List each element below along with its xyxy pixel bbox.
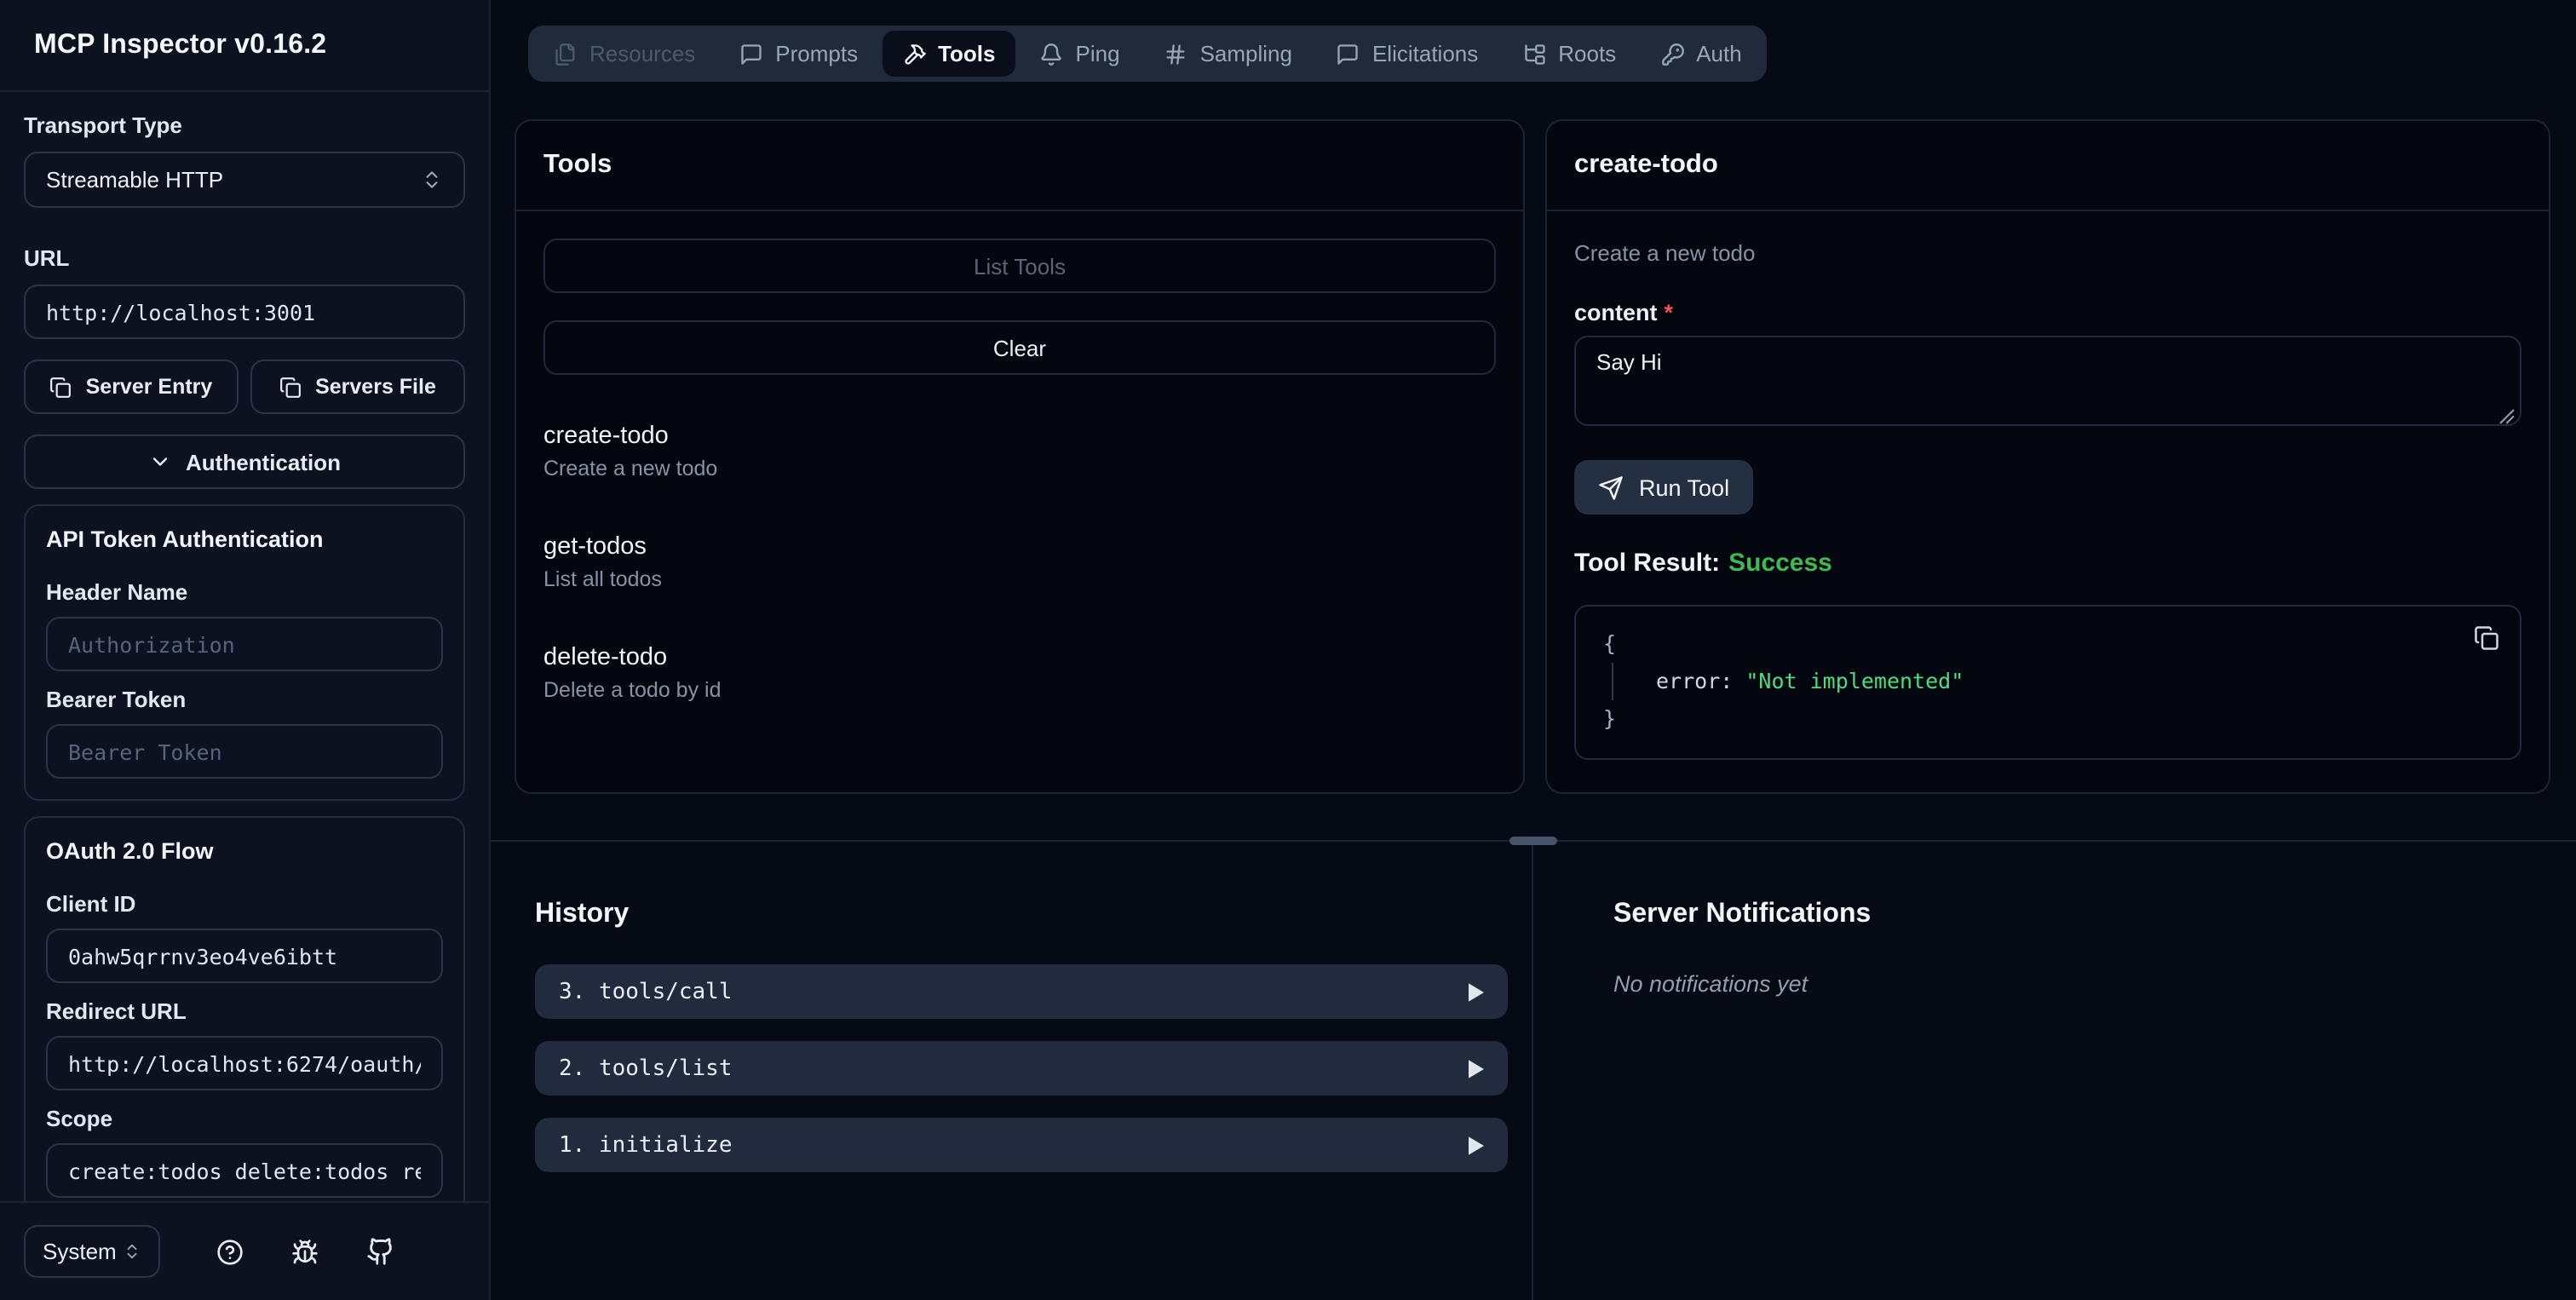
tools-panel-title: Tools bbox=[516, 121, 1523, 211]
chevrons-up-down-icon bbox=[127, 1244, 137, 1259]
tool-list-item[interactable]: create-todo Create a new todo bbox=[543, 419, 1496, 484]
tab-ping[interactable]: Ping bbox=[1020, 31, 1141, 77]
circle-help-icon bbox=[217, 1239, 243, 1264]
transport-type-value: Streamable HTTP bbox=[46, 167, 224, 193]
oauth-card: OAuth 2.0 Flow Client ID Redirect URL Sc… bbox=[24, 816, 465, 1201]
content-field-label: content * bbox=[1574, 300, 1674, 325]
tool-list: create-todo Create a new todo get-todos … bbox=[543, 419, 1496, 705]
copy-result-button[interactable] bbox=[2474, 625, 2499, 656]
history-pane: History 3. tools/call 2. tools/list 1. i… bbox=[491, 842, 1533, 1300]
bug-icon bbox=[292, 1239, 318, 1263]
app-root: MCP Inspector v0.16.2 Transport Type Str… bbox=[0, 0, 2576, 1300]
bearer-token-input[interactable] bbox=[46, 724, 443, 779]
chevron-down-icon bbox=[152, 457, 168, 466]
redirect-url-input[interactable] bbox=[46, 1036, 443, 1090]
json-error-line: error: "Not implemented" bbox=[1612, 663, 2493, 700]
tool-detail-description: Create a new todo bbox=[1574, 240, 1756, 266]
client-id-input[interactable] bbox=[46, 929, 443, 983]
bell-icon bbox=[1041, 43, 1062, 65]
bottom-panels: History 3. tools/call 2. tools/list 1. i… bbox=[491, 842, 2576, 1300]
scope-input[interactable] bbox=[46, 1143, 443, 1198]
send-icon bbox=[1599, 475, 1623, 499]
debug-button[interactable] bbox=[291, 1238, 319, 1265]
list-tools-button[interactable]: List Tools bbox=[543, 239, 1496, 293]
bearer-token-label: Bearer Token bbox=[46, 687, 187, 712]
notifications-pane: Server Notifications No notifications ye… bbox=[1533, 842, 2576, 1300]
sidebar-footer: System bbox=[0, 1201, 489, 1300]
api-token-title: API Token Authentication bbox=[46, 526, 324, 552]
expand-triangle-icon bbox=[1469, 1136, 1484, 1154]
tab-sampling[interactable]: Sampling bbox=[1144, 31, 1313, 77]
sidebar-header: MCP Inspector v0.16.2 bbox=[0, 0, 489, 92]
content-textarea[interactable]: Say Hi bbox=[1574, 336, 2521, 426]
required-mark: * bbox=[1664, 300, 1674, 325]
help-button[interactable] bbox=[216, 1238, 244, 1265]
transport-type-select[interactable]: Streamable HTTP bbox=[24, 152, 465, 208]
expand-triangle-icon bbox=[1469, 1059, 1484, 1078]
sidebar: MCP Inspector v0.16.2 Transport Type Str… bbox=[0, 0, 491, 1300]
hammer-icon bbox=[904, 43, 925, 64]
splitter-drag-handle[interactable] bbox=[1509, 837, 1557, 845]
folder-tree-icon bbox=[1524, 43, 1544, 64]
main-area: Resources Prompts Tools Ping Sampling El… bbox=[491, 0, 2576, 1300]
tool-list-item[interactable]: delete-todo Delete a todo by id bbox=[543, 641, 1496, 705]
tool-detail-panel: create-todo Create a new todo content * S… bbox=[1545, 119, 2550, 794]
files-icon bbox=[555, 43, 575, 65]
result-status-badge: Success bbox=[1728, 549, 1832, 578]
horizontal-splitter bbox=[491, 837, 2576, 845]
github-icon bbox=[367, 1238, 392, 1265]
server-entry-button[interactable]: Server Entry bbox=[24, 360, 239, 414]
notifications-title: Server Notifications bbox=[1613, 900, 1872, 929]
key-icon bbox=[1661, 43, 1684, 65]
tools-panel: Tools List Tools Clear create-todo Creat… bbox=[515, 119, 1525, 794]
copy-icon bbox=[2475, 626, 2498, 650]
tab-prompts[interactable]: Prompts bbox=[719, 31, 878, 77]
run-tool-button[interactable]: Run Tool bbox=[1574, 460, 1754, 515]
redirect-url-label: Redirect URL bbox=[46, 998, 187, 1024]
tool-list-item[interactable]: get-todos List all todos bbox=[543, 530, 1496, 595]
chevrons-up-down-icon bbox=[426, 171, 438, 188]
theme-select[interactable]: System bbox=[24, 1225, 160, 1278]
client-id-label: Client ID bbox=[46, 891, 136, 917]
url-input[interactable] bbox=[24, 285, 465, 339]
scope-label: Scope bbox=[46, 1106, 113, 1131]
theme-value: System bbox=[43, 1239, 117, 1264]
history-title: History bbox=[535, 900, 630, 929]
history-item[interactable]: 3. tools/call bbox=[535, 964, 1508, 1019]
history-item[interactable]: 2. tools/list bbox=[535, 1041, 1508, 1096]
expand-triangle-icon bbox=[1469, 982, 1484, 1001]
copy-icon bbox=[280, 377, 302, 397]
tab-auth[interactable]: Auth bbox=[1640, 31, 1762, 77]
json-open-brace: { bbox=[1603, 630, 1617, 656]
result-json-block: { error: "Not implemented" } bbox=[1574, 605, 2521, 760]
github-button[interactable] bbox=[366, 1237, 395, 1266]
tab-elicitations[interactable]: Elicitations bbox=[1316, 31, 1498, 77]
json-close-brace: } bbox=[1603, 705, 1617, 731]
message-square-icon bbox=[741, 43, 762, 64]
server-buttons-row: Server Entry Servers File bbox=[24, 360, 465, 414]
servers-file-button[interactable]: Servers File bbox=[250, 360, 465, 414]
tab-bar: Resources Prompts Tools Ping Sampling El… bbox=[528, 26, 1768, 82]
history-item[interactable]: 1. initialize bbox=[535, 1118, 1508, 1172]
message-square-icon bbox=[1338, 43, 1359, 64]
tool-detail-title: create-todo bbox=[1547, 121, 2549, 211]
oauth-title: OAuth 2.0 Flow bbox=[46, 838, 214, 864]
copy-icon bbox=[50, 377, 72, 397]
tool-result-line: Tool Result: Success bbox=[1574, 549, 1832, 578]
app-title: MCP Inspector v0.16.2 bbox=[34, 30, 327, 59]
hash-icon bbox=[1167, 43, 1186, 64]
clear-tools-button[interactable]: Clear bbox=[543, 320, 1496, 375]
authentication-toggle[interactable]: Authentication bbox=[24, 434, 465, 489]
transport-type-label: Transport Type bbox=[24, 112, 182, 138]
sidebar-body: Transport Type Streamable HTTP URL Serve… bbox=[0, 92, 489, 1201]
header-name-label: Header Name bbox=[46, 579, 188, 605]
tab-resources: Resources bbox=[533, 31, 716, 77]
url-label: URL bbox=[24, 245, 70, 271]
top-panels: Tools List Tools Clear create-todo Creat… bbox=[515, 119, 2550, 794]
notifications-empty-text: No notifications yet bbox=[1613, 971, 1808, 997]
tab-roots[interactable]: Roots bbox=[1502, 31, 1636, 77]
header-name-input[interactable] bbox=[46, 617, 443, 671]
api-token-card: API Token Authentication Header Name Bea… bbox=[24, 504, 465, 801]
tab-tools[interactable]: Tools bbox=[882, 31, 1016, 77]
